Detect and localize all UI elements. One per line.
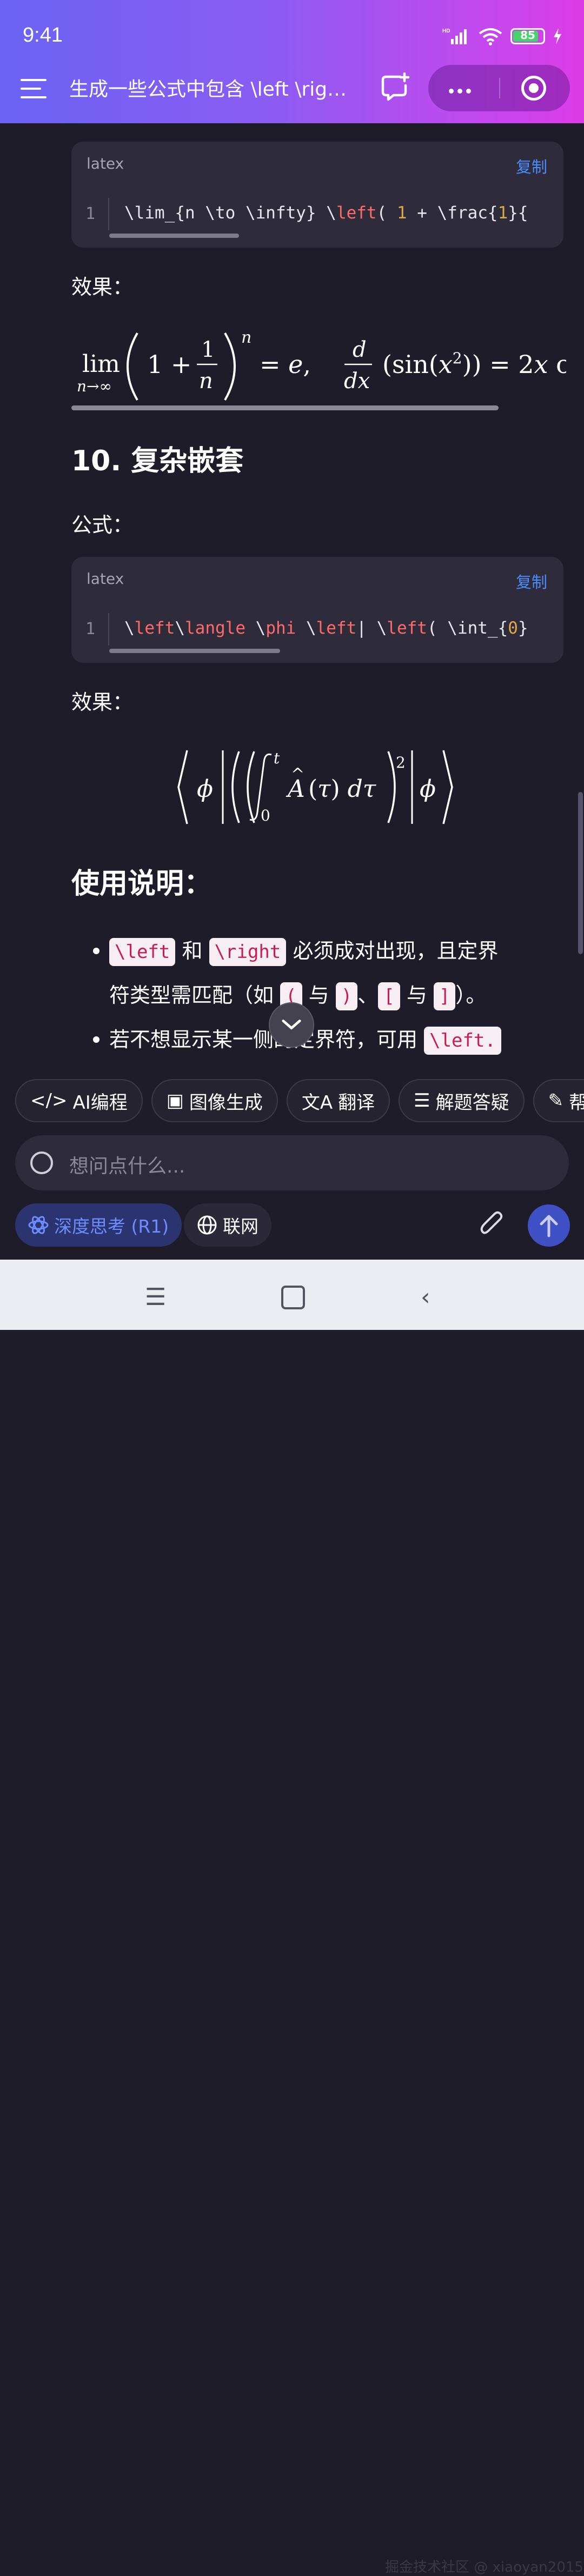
- web-search-toggle[interactable]: 联网: [184, 1203, 271, 1247]
- scroll-down-button[interactable]: [269, 1002, 314, 1048]
- svg-text:ϕ: ϕ: [420, 775, 436, 803]
- usage-heading: 使用说明：: [71, 868, 213, 900]
- signal-icon: HD: [442, 28, 467, 44]
- svg-text:n→∞: n→∞: [77, 377, 112, 395]
- svg-text:n: n: [199, 369, 213, 394]
- rendered-formula-2: ϕ t 0 A ^ (τ) dτ 2 ϕ: [177, 749, 453, 824]
- chip-image-gen[interactable]: ▣ 图像生成: [151, 1079, 278, 1122]
- battery-icon: 85: [510, 28, 545, 44]
- header-actions: [428, 65, 570, 111]
- svg-text:0: 0: [261, 807, 270, 824]
- chip-qa[interactable]: ☰ 解题答疑: [399, 1079, 525, 1122]
- inline-code: \left: [109, 938, 176, 966]
- menu-icon[interactable]: [21, 79, 47, 98]
- page-title: 生成一些公式中包含 \left \rig…: [69, 78, 347, 101]
- svg-text:= e,: = e,: [260, 350, 311, 379]
- code-line: \left\langle \phi \left| \left( \int_{0}: [124, 618, 528, 638]
- formula-label: 公式：: [71, 513, 134, 537]
- charging-icon: [554, 28, 561, 44]
- section-heading: 10. 复杂嵌套: [71, 445, 244, 477]
- translate-icon: 文A: [301, 1091, 333, 1114]
- inline-code: ): [335, 982, 358, 1010]
- attach-icon[interactable]: [479, 1211, 504, 1238]
- chip-translate[interactable]: 文A 翻译: [286, 1079, 390, 1122]
- battery-level: 85: [520, 29, 535, 42]
- atom-icon: [28, 1216, 49, 1234]
- svg-text:t: t: [274, 749, 280, 767]
- status-time: 9:41: [23, 24, 63, 46]
- code-scrollbar[interactable]: [109, 649, 280, 653]
- code-scrollbar[interactable]: [109, 234, 239, 238]
- inline-code: \right: [209, 938, 287, 966]
- home-icon[interactable]: [281, 1286, 305, 1309]
- new-chat-icon[interactable]: [381, 72, 410, 102]
- svg-text:^: ^: [291, 765, 304, 784]
- copy-button[interactable]: 复制: [516, 570, 547, 593]
- svg-text:n: n: [241, 328, 251, 347]
- voice-icon[interactable]: [30, 1151, 53, 1174]
- code-lang: latex: [87, 570, 124, 588]
- svg-text:ϕ: ϕ: [197, 775, 213, 803]
- input-placeholder: 想问点什么...: [69, 1155, 185, 1177]
- image-icon: ▣: [166, 1090, 184, 1111]
- effect-label-1: 效果：: [71, 275, 134, 299]
- quick-actions: </>AI编程 ▣图像生成 文A翻译 ☰解题答疑 ✎帮我写作: [15, 1079, 584, 1122]
- svg-text:2: 2: [396, 754, 406, 771]
- list-item: 若不想显示某一侧的定界符，可用 \left.: [93, 1017, 563, 1062]
- more-icon[interactable]: [449, 85, 475, 96]
- inline-code: \left.: [424, 1027, 501, 1055]
- send-button[interactable]: [528, 1204, 570, 1247]
- wifi-icon: [479, 28, 502, 45]
- chip-write[interactable]: ✎帮我写作: [533, 1079, 584, 1122]
- inline-code: ]: [433, 982, 456, 1010]
- svg-text:(τ) dτ: (τ) dτ: [308, 775, 376, 803]
- svg-text:(sin(x2)) = 2x c: (sin(x2)) = 2x c: [382, 349, 566, 379]
- app-header: 9:41 HD 85 生成一些公式中包含 \left \rig…: [0, 0, 584, 123]
- recent-apps-icon[interactable]: ☰: [145, 1283, 166, 1311]
- svg-text:HD: HD: [442, 28, 450, 34]
- code-line: \lim_{n \to \infty} \left( 1 + \frac{1}{: [124, 203, 528, 223]
- globe-icon: [197, 1215, 217, 1235]
- formula-scrollbar[interactable]: [71, 405, 499, 410]
- inline-code: [: [378, 982, 400, 1010]
- svg-text:1 +: 1 +: [147, 350, 191, 379]
- system-nav-bar: ☰ ‹ 掘金技术社区 @ xiaoyan2015: [0, 1260, 584, 2575]
- code-icon: </>: [30, 1090, 68, 1111]
- effect-label-2: 效果：: [71, 690, 134, 714]
- list-item: \left 和 \right 必须成对出现，且定界 符类型需匹配（如 ( 与 )…: [93, 929, 563, 1017]
- status-icons: HD 85: [442, 27, 562, 45]
- copy-button[interactable]: 复制: [516, 155, 547, 177]
- rendered-formula-1: lim n→∞ 1 + 1 n n = e, d dx (sin(x2)) = …: [77, 328, 566, 401]
- code-lang: latex: [87, 155, 124, 172]
- watermark: 掘金技术社区 @ xiaoyan2015: [385, 2559, 583, 2575]
- svg-text:dx: dx: [344, 369, 370, 394]
- code-block-1: latex 复制 1 \lim_{n \to \infty} \left( 1 …: [71, 142, 563, 248]
- line-number: 1: [85, 620, 96, 638]
- qa-icon: ☰: [414, 1090, 430, 1111]
- deep-think-toggle[interactable]: 深度思考 (R1): [15, 1203, 182, 1247]
- svg-text:1: 1: [201, 337, 215, 362]
- line-number: 1: [85, 204, 96, 223]
- usage-list: \left 和 \right 必须成对出现，且定界 符类型需匹配（如 ( 与 )…: [93, 929, 563, 1062]
- write-icon: ✎: [548, 1090, 564, 1111]
- back-icon[interactable]: ‹: [421, 1283, 430, 1311]
- target-icon[interactable]: [521, 76, 546, 101]
- page-scrollbar[interactable]: [578, 792, 583, 954]
- code-block-2: latex 复制 1 \left\langle \phi \left| \lef…: [71, 557, 563, 663]
- svg-text:d: d: [353, 337, 367, 362]
- chip-ai-coding[interactable]: </> AI编程: [15, 1079, 143, 1122]
- message-input[interactable]: 想问点什么...: [15, 1135, 569, 1190]
- svg-text:lim: lim: [82, 350, 120, 378]
